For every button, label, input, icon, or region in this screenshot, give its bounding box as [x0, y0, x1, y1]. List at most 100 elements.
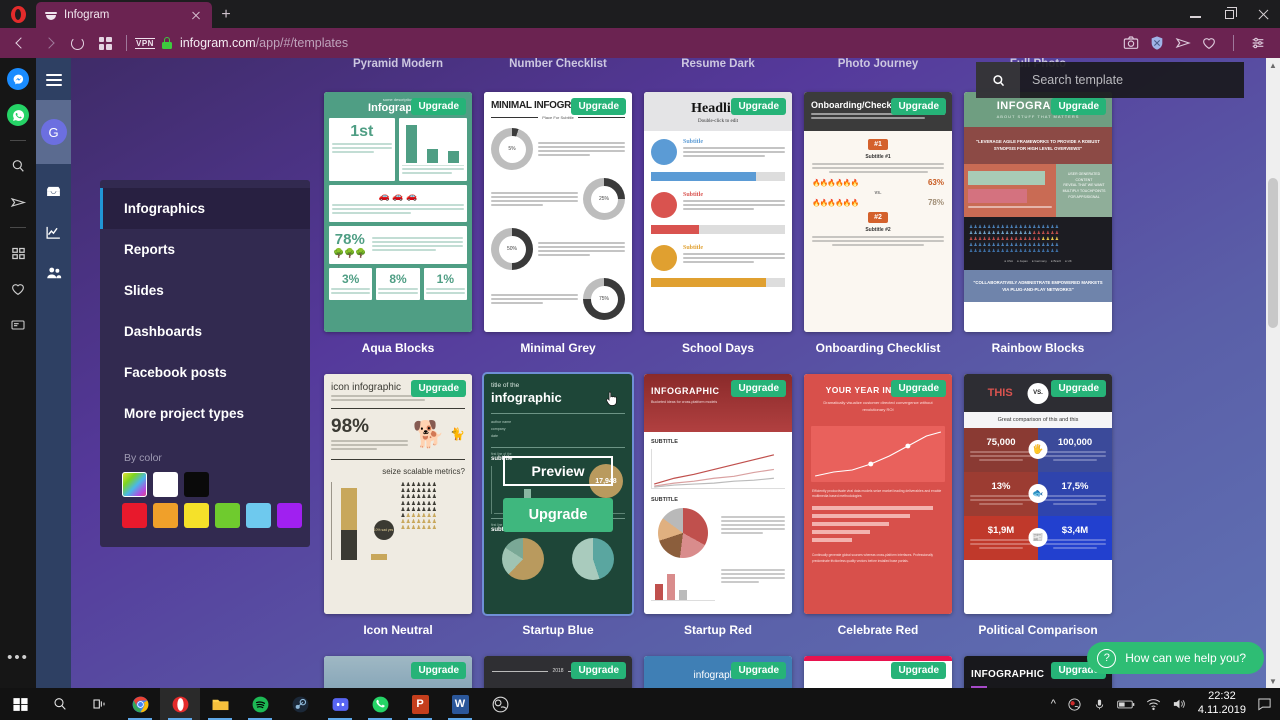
action-center-icon[interactable] — [1257, 697, 1272, 711]
template-card-startup-blue[interactable]: title of the infographic author name com… — [482, 372, 634, 616]
taskbar-app-chrome[interactable] — [120, 688, 160, 720]
taskbar-app-obs[interactable] — [480, 688, 520, 720]
task-view-icon[interactable] — [80, 688, 120, 720]
sidebar-item-infographics[interactable]: Infographics — [100, 188, 310, 229]
upgrade-badge[interactable]: Upgrade — [571, 98, 626, 115]
microphone-icon[interactable] — [1093, 697, 1106, 712]
template-card-political-comparison[interactable]: Upgrade THIS VS. THAT Great comparison o… — [964, 374, 1112, 614]
snapshot-icon[interactable] — [1123, 35, 1139, 51]
charts-icon[interactable] — [45, 224, 62, 244]
template-card-infographic-white[interactable]: Upgrade INFOGRAPHIC — [804, 656, 952, 688]
search-input[interactable] — [1020, 62, 1244, 98]
restore-button[interactable] — [1212, 0, 1246, 28]
start-button[interactable] — [0, 688, 40, 720]
color-swatch-blue[interactable] — [246, 503, 271, 528]
heart-icon[interactable] — [1201, 35, 1217, 51]
upgrade-button[interactable]: Upgrade — [503, 498, 613, 532]
address-bar[interactable]: infogram.com/app/#/templates — [180, 36, 348, 50]
hamburger-menu-icon[interactable] — [45, 74, 62, 86]
wifi-icon[interactable] — [1146, 698, 1161, 711]
template-card-minimal-grey[interactable]: Upgrade MINIMAL INFOGRAPHIC Place For Su… — [484, 92, 632, 332]
reload-icon[interactable] — [64, 31, 90, 55]
template-card-infograp-blue[interactable]: Upgrade infographic collaborate compose … — [644, 656, 792, 688]
upgrade-badge[interactable]: Upgrade — [1051, 98, 1106, 115]
color-swatch-red[interactable] — [122, 503, 147, 528]
template-card-startup-red[interactable]: Upgrade INFOGRAPHIC Bucketed ideas for c… — [644, 374, 792, 614]
browser-tab-infogram[interactable]: Infogram — [36, 2, 212, 28]
sidebar-more-button[interactable]: ••• — [7, 649, 29, 666]
battery-icon[interactable] — [1117, 698, 1135, 711]
tab-close-icon[interactable] — [188, 7, 204, 23]
upgrade-badge[interactable]: Upgrade — [891, 380, 946, 397]
send-icon[interactable] — [7, 191, 29, 213]
minimize-button[interactable] — [1178, 0, 1212, 28]
color-swatch-white[interactable] — [153, 472, 178, 497]
template-card-rainbow-blocks[interactable]: Upgrade INFOGRAPHIC ABOUT STUFF THAT MAT… — [964, 92, 1112, 332]
template-card-celebrate-red[interactable]: Upgrade YOUR YEAR IN REVIEW Dramatically… — [804, 374, 952, 614]
avatar-container[interactable]: G — [36, 100, 71, 164]
taskbar-search-icon[interactable] — [40, 688, 80, 720]
preview-button[interactable]: Preview — [503, 456, 613, 486]
taskbar-app-spotify[interactable] — [240, 688, 280, 720]
speed-dial-icon[interactable] — [7, 242, 29, 264]
show-hidden-icons[interactable]: ^ — [1051, 698, 1056, 710]
upgrade-badge[interactable]: Upgrade — [731, 380, 786, 397]
taskbar-app-whatsapp[interactable] — [360, 688, 400, 720]
search-icon[interactable] — [7, 155, 29, 177]
taskbar-app-word[interactable]: W — [440, 688, 480, 720]
upgrade-badge[interactable]: Upgrade — [571, 662, 626, 679]
template-card-marketing[interactable]: Upgrade 2018 MARKETING — [484, 656, 632, 688]
favorites-heart-icon[interactable] — [7, 278, 29, 300]
color-swatch-green[interactable] — [215, 503, 240, 528]
taskbar-app-opera[interactable] — [160, 688, 200, 720]
back-icon[interactable] — [8, 31, 34, 55]
new-tab-button[interactable]: + — [212, 2, 240, 28]
color-swatch-black[interactable] — [184, 472, 209, 497]
team-icon[interactable] — [45, 264, 63, 285]
template-card-this-is[interactable]: Upgrade THIS IS — [324, 656, 472, 688]
help-widget[interactable]: ? How can we help you? — [1087, 642, 1264, 674]
upgrade-badge[interactable]: Upgrade — [411, 662, 466, 679]
sidebar-item-facebook-posts[interactable]: Facebook posts — [100, 352, 310, 393]
sidebar-item-reports[interactable]: Reports — [100, 229, 310, 270]
whatsapp-icon[interactable] — [7, 104, 29, 126]
upgrade-badge[interactable]: Upgrade — [891, 98, 946, 115]
scroll-up-arrow[interactable]: ▲ — [1266, 58, 1280, 72]
library-icon[interactable] — [45, 184, 62, 204]
sidebar-item-dashboards[interactable]: Dashboards — [100, 311, 310, 352]
upgrade-badge[interactable]: Upgrade — [1051, 380, 1106, 397]
upgrade-badge[interactable]: Upgrade — [411, 98, 466, 115]
upgrade-badge[interactable]: Upgrade — [731, 98, 786, 115]
adblock-shield-icon[interactable] — [1149, 35, 1165, 51]
send-icon[interactable] — [1175, 35, 1191, 51]
vpn-icon[interactable]: VPN — [135, 37, 155, 49]
taskbar-clock[interactable]: 22:32 4.11.2019 — [1198, 690, 1246, 718]
template-card-onboarding-checklist[interactable]: Upgrade Onboarding/Checklist #1 Subtitle… — [804, 92, 952, 332]
sidebar-item-slides[interactable]: Slides — [100, 270, 310, 311]
upgrade-badge[interactable]: Upgrade — [891, 662, 946, 679]
scroll-down-arrow[interactable]: ▼ — [1266, 674, 1280, 688]
news-icon[interactable] — [7, 314, 29, 336]
color-swatch-yellow[interactable] — [184, 503, 209, 528]
forward-icon[interactable] — [36, 31, 62, 55]
volume-icon[interactable] — [1172, 697, 1187, 711]
template-card-school-days[interactable]: Upgrade Headline Double-click to edit Su… — [644, 92, 792, 332]
color-swatch-all[interactable] — [122, 472, 147, 497]
upgrade-badge[interactable]: Upgrade — [731, 662, 786, 679]
sidebar-item-more-project-types[interactable]: More project types — [100, 393, 310, 434]
taskbar-app-powerpoint[interactable]: P — [400, 688, 440, 720]
taskbar-app-discord[interactable] — [320, 688, 360, 720]
messenger-icon[interactable] — [7, 68, 29, 90]
taskbar-app-steam[interactable] — [280, 688, 320, 720]
taskbar-app-file-explorer[interactable] — [200, 688, 240, 720]
upgrade-badge[interactable]: Upgrade — [411, 380, 466, 397]
color-swatch-purple[interactable] — [277, 503, 302, 528]
template-card-icon-neutral[interactable]: Upgrade icon infographic 98% 🐕 🐈 seize s… — [324, 374, 472, 614]
search-bar[interactable] — [976, 62, 1244, 98]
page-scrollbar[interactable]: ▲ ▼ — [1266, 58, 1280, 688]
template-card-aqua-blocks[interactable]: Upgrade some description Infographic 1st — [324, 92, 472, 332]
close-button[interactable] — [1246, 0, 1280, 28]
easy-setup-icon[interactable] — [1250, 35, 1266, 51]
scrollbar-thumb[interactable] — [1268, 178, 1278, 328]
speed-dial-icon[interactable] — [92, 31, 118, 55]
